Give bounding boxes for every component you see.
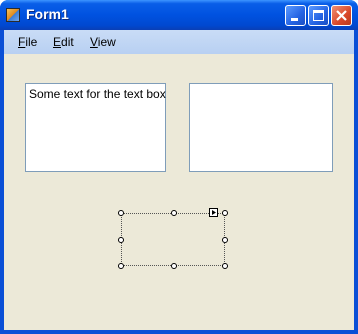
form-app-icon[interactable]: [6, 8, 20, 22]
resize-handle-bottom[interactable]: [171, 263, 177, 269]
close-button[interactable]: [331, 5, 352, 26]
text-box-1-value: Some text for the text box: [29, 87, 166, 101]
minimize-icon: [291, 18, 298, 21]
maximize-button[interactable]: [308, 5, 329, 26]
resize-handle-right[interactable]: [222, 237, 228, 243]
minimize-button[interactable]: [285, 5, 306, 26]
close-icon: [336, 10, 347, 21]
menu-edit[interactable]: Edit: [53, 35, 74, 49]
smart-tag-button[interactable]: [209, 208, 218, 217]
window-title: Form1: [26, 6, 69, 22]
menu-strip[interactable]: File Edit View: [4, 30, 354, 54]
title-bar[interactable]: Form1: [0, 0, 358, 30]
smart-tag-arrow-icon: [212, 210, 216, 215]
maximize-icon: [313, 10, 324, 21]
selected-control-outline[interactable]: [121, 213, 225, 266]
resize-handle-bottom-left[interactable]: [118, 263, 124, 269]
text-box-2[interactable]: [189, 83, 333, 172]
menu-view[interactable]: View: [90, 35, 116, 49]
form-client-area: File Edit View: [4, 30, 354, 330]
resize-handle-left[interactable]: [118, 237, 124, 243]
resize-handle-top-right[interactable]: [222, 210, 228, 216]
resize-handle-bottom-right[interactable]: [222, 263, 228, 269]
menu-file[interactable]: File: [18, 35, 37, 49]
text-box-1[interactable]: Some text for the text box: [25, 83, 166, 172]
resize-handle-top[interactable]: [171, 210, 177, 216]
resize-handle-top-left[interactable]: [118, 210, 124, 216]
